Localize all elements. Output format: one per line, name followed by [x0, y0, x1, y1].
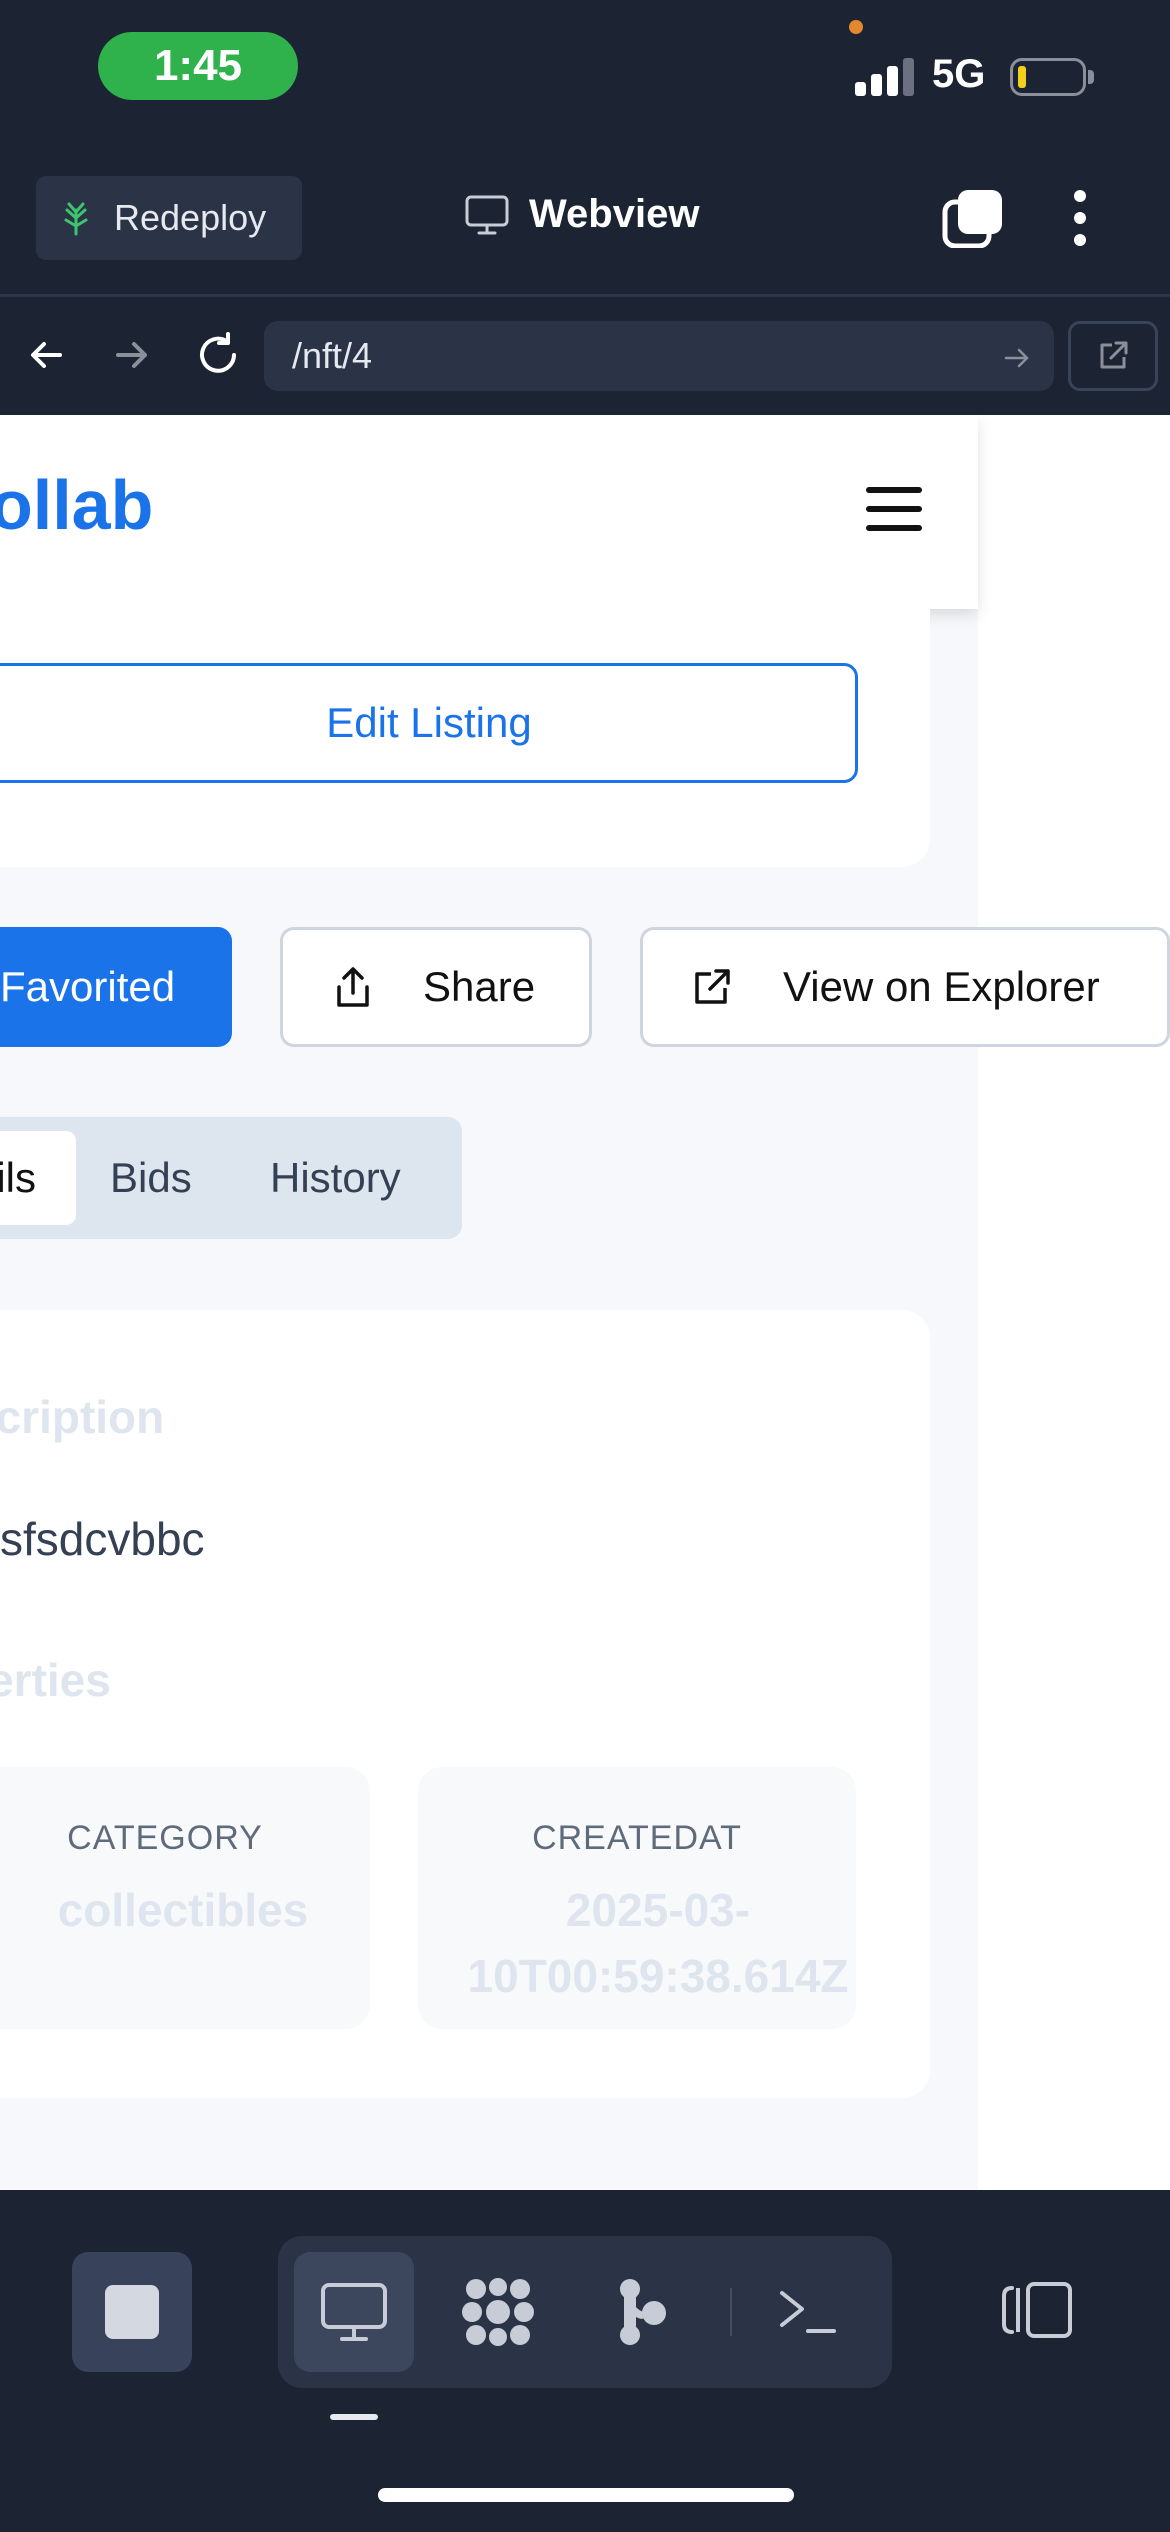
signal-icon — [855, 58, 915, 96]
home-indicator — [378, 2488, 794, 2502]
stop-icon — [105, 2285, 159, 2339]
description-heading: scription — [0, 1391, 165, 1443]
terminal-icon — [780, 2291, 836, 2333]
properties-heading: perties — [0, 1654, 111, 1706]
tab-bids[interactable]: Bids — [110, 1131, 192, 1225]
edit-listing-button[interactable]: Edit Listing — [0, 663, 858, 783]
external-link-icon — [1100, 341, 1128, 369]
git-icon — [620, 2279, 666, 2345]
network-label: 5G — [932, 52, 986, 96]
explorer-label: View on Explorer — [783, 963, 1100, 1010]
favorited-label: Favorited — [0, 963, 176, 1010]
status-bar: 1:45 5G — [0, 0, 1170, 140]
share-button[interactable]: Share — [280, 927, 592, 1047]
monitor-icon — [465, 195, 509, 234]
property-card: CATEGORY collectibles — [0, 1767, 370, 2029]
privacy-indicator-dot — [849, 20, 863, 34]
tool-separator — [730, 2288, 732, 2336]
active-tool-indicator — [330, 2414, 378, 2420]
description-text: sfsdcvbbc — [0, 1513, 205, 1565]
more-vertical-icon[interactable] — [1068, 188, 1092, 253]
property-label: CATEGORY — [67, 1819, 263, 1857]
status-time: 1:45 — [98, 32, 298, 100]
webview-title: Webview — [465, 192, 699, 237]
shell-tool-button[interactable] — [748, 2252, 868, 2372]
browser-nav-bar: /nft/4 — [0, 297, 1170, 415]
open-external-button[interactable] — [1068, 321, 1158, 391]
tabs-icon[interactable] — [942, 188, 1004, 253]
property-label: CREATEDAT — [532, 1819, 742, 1857]
favorited-button[interactable]: Favorited — [0, 927, 232, 1047]
site-brand[interactable]: ollab — [0, 465, 153, 545]
sprout-icon — [64, 202, 88, 236]
arrow-right-icon[interactable] — [1002, 343, 1032, 373]
packages-icon — [462, 2278, 534, 2346]
panel-toggle-icon[interactable] — [1000, 2280, 1074, 2345]
arrow-right-icon — [116, 342, 147, 368]
site-header: ollab — [0, 415, 978, 609]
hamburger-menu-icon[interactable] — [866, 487, 922, 531]
external-link-icon — [695, 969, 730, 1004]
webview-title-text: Webview — [529, 192, 700, 236]
stop-button[interactable] — [72, 2252, 192, 2372]
url-text: /nft/4 — [292, 335, 373, 376]
webview-tool-button[interactable] — [294, 2252, 414, 2372]
arrow-left-icon — [31, 342, 62, 368]
reload-button[interactable] — [194, 331, 242, 384]
tool-switcher — [278, 2236, 892, 2388]
reload-icon — [200, 332, 236, 373]
tab-details[interactable]: ils — [0, 1131, 76, 1225]
webview-viewport: ollab Edit Listing Favorited Share View … — [0, 415, 1170, 2190]
redeploy-button[interactable]: Redeploy — [36, 176, 302, 260]
bottom-toolbar — [0, 2190, 1170, 2532]
property-card: CREATEDAT 2025-03-10T00:59:38.614Z — [418, 1767, 856, 2029]
nft-tabs: ils Bids History — [0, 1117, 462, 1239]
forward-button[interactable] — [112, 335, 152, 380]
battery-cap — [1088, 70, 1094, 84]
property-value: collectibles — [57, 1884, 309, 1936]
back-button[interactable] — [26, 335, 66, 380]
tab-history[interactable]: History — [270, 1131, 401, 1225]
monitor-icon — [321, 2283, 387, 2341]
share-icon — [337, 967, 369, 1007]
nft-page: ollab Edit Listing Favorited Share View … — [0, 415, 1170, 2190]
view-on-explorer-button[interactable]: View on Explorer — [640, 927, 1170, 1047]
property-value: 2025-03-10T00:59:38.614Z — [467, 1884, 849, 2002]
packages-tool-button[interactable] — [438, 2252, 558, 2372]
git-tool-button[interactable] — [582, 2252, 702, 2372]
battery-icon — [1010, 58, 1086, 96]
share-label: Share — [423, 963, 536, 1010]
url-input[interactable]: /nft/4 — [264, 321, 1054, 391]
top-toolbar: Redeploy Webview — [0, 140, 1170, 294]
redeploy-label: Redeploy — [114, 197, 267, 238]
